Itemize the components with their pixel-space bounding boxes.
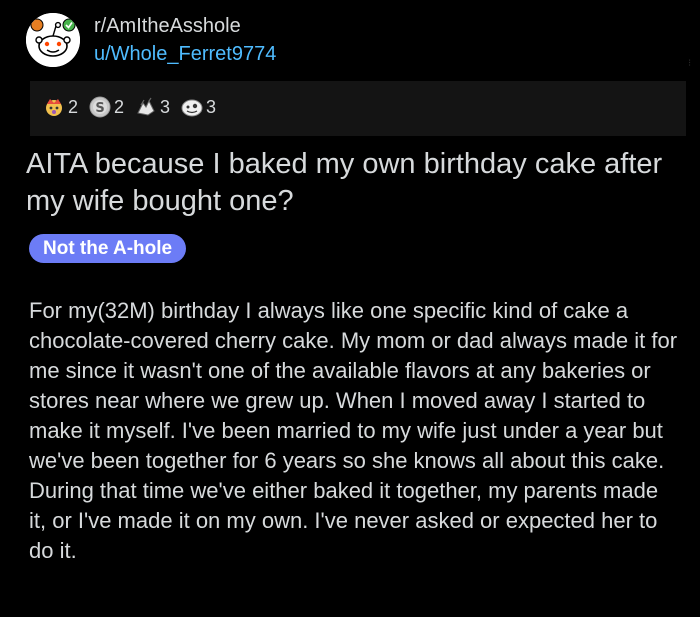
award-hands[interactable]: 3 [134, 95, 170, 119]
post-title[interactable]: AITA because I baked my own birthday cak… [26, 146, 666, 220]
subreddit-avatar-icon[interactable] [26, 13, 80, 67]
award-silver[interactable]: S 2 [88, 95, 124, 119]
post-flair[interactable]: Not the A-hole [29, 234, 187, 263]
hands-award-icon [134, 95, 158, 119]
award-crown[interactable]: 2 [42, 95, 78, 119]
subreddit-name[interactable]: r/AmItheAsshole [94, 15, 241, 38]
awards-bar: 2 S 2 3 3 [30, 81, 686, 136]
post-body: For my(32M) birthday I always like one s… [29, 298, 678, 563]
post-header: r/AmItheAsshole u/Whole_Ferret9774 [26, 13, 686, 73]
author-username[interactable]: u/Whole_Ferret9774 [94, 43, 276, 66]
face-award-icon [180, 95, 204, 119]
award-count: 2 [114, 96, 125, 117]
award-face[interactable]: 3 [180, 95, 216, 119]
silver-award-icon: S [88, 95, 112, 119]
crown-award-icon [42, 95, 66, 119]
award-count: 2 [68, 96, 79, 117]
award-count: 3 [160, 96, 171, 117]
more-options-icon[interactable]: ⁝ [688, 58, 694, 69]
svg-text:S: S [95, 101, 104, 116]
awards-list: 2 S 2 3 3 [42, 95, 216, 119]
award-count: 3 [206, 96, 217, 117]
